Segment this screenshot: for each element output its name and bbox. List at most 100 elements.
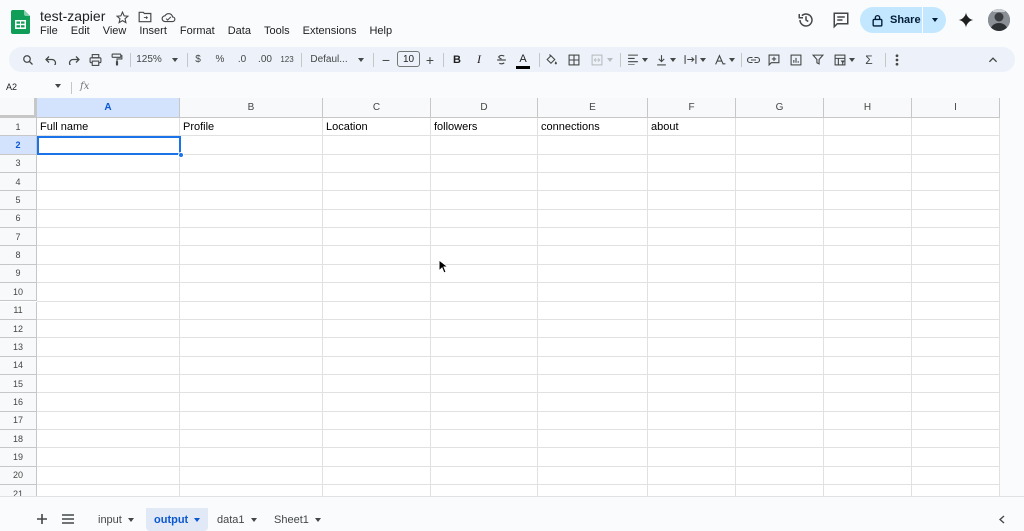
font-select[interactable]: Defaul... — [308, 47, 366, 72]
row-header-11[interactable]: 11 — [0, 301, 37, 320]
row-header-6[interactable]: 6 — [0, 209, 37, 229]
share-main[interactable]: Share — [860, 7, 922, 33]
avatar[interactable] — [988, 9, 1010, 31]
filter-icon[interactable] — [810, 47, 826, 72]
row-header-15[interactable]: 15 — [0, 374, 37, 394]
currency-format-button[interactable]: $ — [190, 47, 206, 72]
row-header-3[interactable]: 3 — [0, 154, 37, 174]
merge-cells-icon[interactable] — [589, 47, 615, 72]
column-header-i[interactable]: I — [912, 98, 1000, 118]
increase-decimal-button[interactable]: .00 — [256, 47, 274, 72]
column-header-f[interactable]: F — [648, 98, 736, 118]
chevron-down-icon[interactable] — [55, 84, 61, 88]
share-button[interactable]: Share — [860, 7, 946, 33]
filter-views-icon[interactable] — [831, 47, 857, 72]
sheet-tab-output[interactable]: output — [146, 508, 209, 531]
horizontal-scrollbar[interactable] — [0, 496, 1024, 508]
insert-comment-icon[interactable] — [766, 47, 782, 72]
more-formats-button[interactable]: 123 — [279, 47, 295, 72]
comments-icon[interactable] — [832, 11, 850, 29]
cell-b1[interactable]: Profile — [183, 121, 214, 133]
row-header-12[interactable]: 12 — [0, 319, 37, 339]
cell-a1[interactable]: Full name — [40, 121, 88, 133]
hide-menus-chevron-up-icon[interactable] — [985, 47, 1001, 72]
cell-f1[interactable]: about — [651, 121, 679, 133]
column-header-g[interactable]: G — [736, 98, 824, 118]
menu-extensions[interactable]: Extensions — [296, 25, 363, 37]
row-header-20[interactable]: 20 — [0, 466, 37, 485]
font-size-input[interactable]: 10 — [397, 51, 420, 67]
decrease-font-size-button[interactable]: − — [379, 47, 393, 72]
share-dropdown-button[interactable] — [923, 7, 946, 33]
name-box[interactable]: A2 — [6, 82, 17, 92]
strikethrough-icon[interactable] — [493, 47, 509, 72]
zoom-select[interactable]: 125% — [133, 47, 181, 72]
row-header-2[interactable]: 2 — [0, 136, 37, 155]
all-sheets-menu-icon[interactable] — [61, 513, 75, 525]
star-icon[interactable] — [114, 9, 130, 25]
menu-tools[interactable]: Tools — [257, 25, 296, 37]
text-rotation-icon[interactable] — [711, 47, 737, 72]
insert-link-icon[interactable] — [745, 47, 761, 72]
bold-button[interactable]: B — [449, 47, 465, 72]
doc-title[interactable]: test-zapier — [40, 8, 105, 24]
row-header-14[interactable]: 14 — [0, 356, 37, 375]
row-header-9[interactable]: 9 — [0, 264, 37, 284]
more-options-icon[interactable] — [889, 47, 905, 72]
sheets-logo-icon[interactable] — [11, 10, 30, 34]
insert-chart-icon[interactable] — [788, 47, 804, 72]
decrease-decimal-button[interactable]: .0 — [234, 47, 250, 72]
paint-format-icon[interactable] — [108, 47, 126, 72]
column-header-h[interactable]: H — [824, 98, 912, 118]
row-header-7[interactable]: 7 — [0, 228, 37, 247]
horizontal-align-icon[interactable] — [624, 47, 650, 72]
row-header-19[interactable]: 19 — [0, 448, 37, 467]
fill-color-icon[interactable] — [543, 47, 559, 72]
text-color-button[interactable]: A — [514, 47, 532, 72]
redo-icon[interactable] — [65, 47, 83, 72]
percent-format-button[interactable]: % — [212, 47, 228, 72]
row-header-4[interactable]: 4 — [0, 173, 37, 192]
gemini-sparkle-icon[interactable] — [957, 11, 975, 29]
functions-icon[interactable]: Σ — [861, 47, 877, 72]
menu-file[interactable]: File — [33, 25, 64, 37]
menu-format[interactable]: Format — [173, 25, 221, 37]
column-header-b[interactable]: B — [180, 98, 323, 118]
row-header-13[interactable]: 13 — [0, 338, 37, 357]
spreadsheet-grid[interactable]: ABCDEFGHI 1 2 3 4 5 6 7 8 9 10 11 12 13 14 15 16 17 18 19 2… — [0, 98, 1000, 496]
version-history-icon[interactable] — [797, 11, 815, 29]
cell-d1[interactable]: followers — [434, 121, 477, 133]
menu-insert[interactable]: Insert — [132, 25, 173, 37]
borders-icon[interactable] — [566, 47, 582, 72]
row-header-1[interactable]: 1 — [0, 118, 37, 137]
menu-edit[interactable]: Edit — [64, 25, 96, 37]
add-sheet-icon[interactable] — [35, 512, 49, 526]
undo-icon[interactable] — [42, 47, 60, 72]
menu-view[interactable]: View — [96, 25, 133, 37]
cloud-status-icon[interactable] — [160, 9, 176, 25]
column-header-e[interactable]: E — [538, 98, 648, 118]
column-header-c[interactable]: C — [323, 98, 431, 118]
text-wrapping-icon[interactable] — [682, 47, 708, 72]
row-header-10[interactable]: 10 — [0, 283, 37, 302]
row-header-16[interactable]: 16 — [0, 393, 37, 412]
search-menus-icon[interactable] — [19, 47, 37, 72]
active-cell-a2[interactable] — [37, 136, 181, 155]
menu-data[interactable]: Data — [221, 25, 257, 37]
increase-font-size-button[interactable]: + — [423, 47, 437, 72]
cell-e1[interactable]: connections — [541, 121, 600, 133]
row-header-8[interactable]: 8 — [0, 246, 37, 265]
column-header-d[interactable]: D — [431, 98, 538, 118]
column-header-a[interactable]: A — [37, 98, 180, 118]
vertical-align-icon[interactable] — [653, 47, 679, 72]
sheet-tab-data1[interactable]: data1 — [209, 508, 265, 531]
chevron-left-icon[interactable] — [999, 515, 1005, 524]
italic-button[interactable]: I — [471, 47, 487, 72]
select-all-corner[interactable] — [0, 98, 37, 118]
row-header-5[interactable]: 5 — [0, 191, 37, 210]
row-header-18[interactable]: 18 — [0, 429, 37, 449]
move-folder-icon[interactable] — [137, 9, 153, 25]
fill-handle[interactable] — [178, 152, 184, 158]
sheet-tab-input[interactable]: input — [90, 508, 142, 531]
sheet-tab-sheet1[interactable]: Sheet1 — [266, 508, 329, 531]
